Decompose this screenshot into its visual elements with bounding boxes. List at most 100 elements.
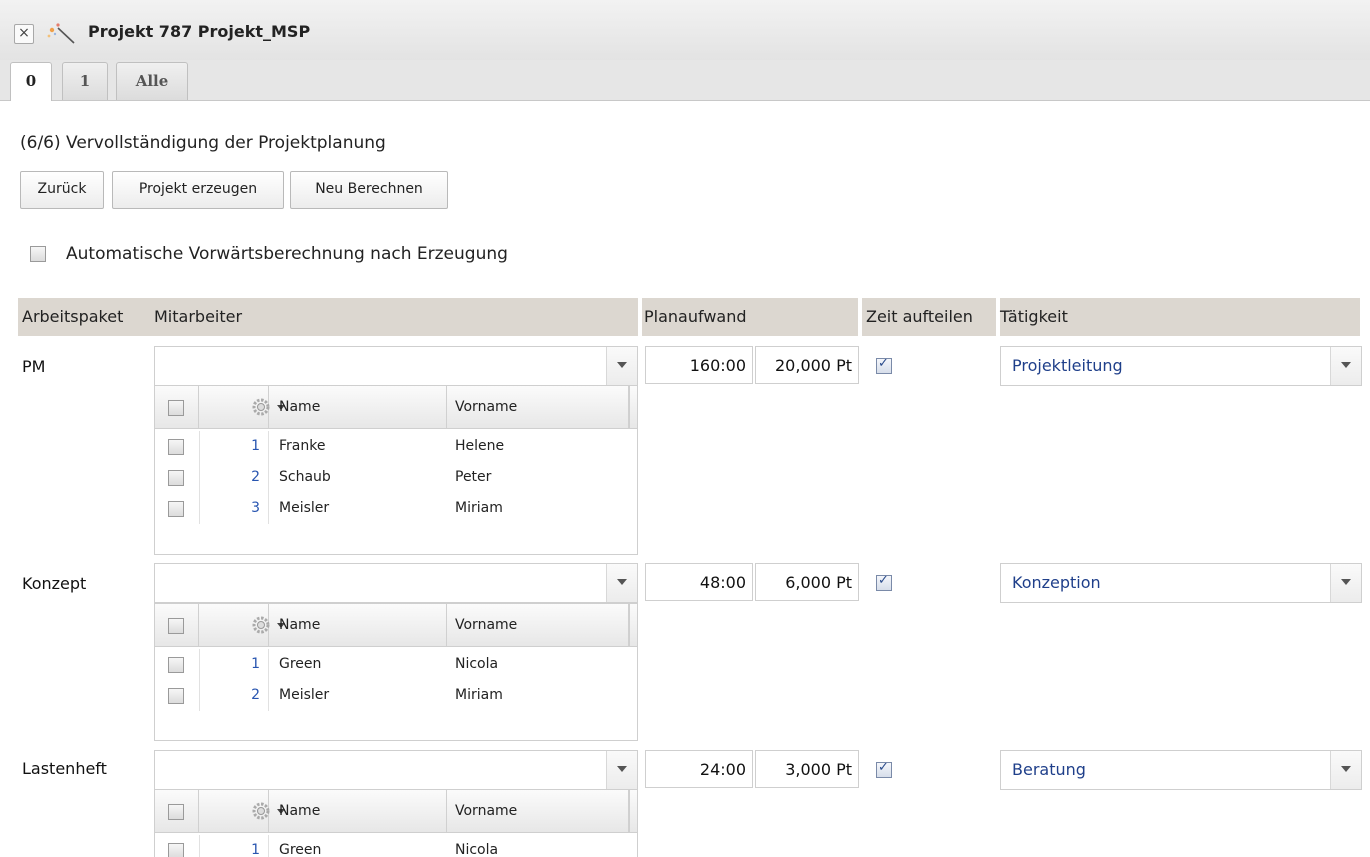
row-select-cell — [155, 835, 200, 857]
hours-input[interactable]: 24:00 — [645, 750, 753, 788]
employee-combo[interactable] — [154, 563, 638, 603]
chevron-down-icon[interactable] — [1330, 347, 1361, 385]
activity-combo-value: Projektleitung — [1012, 356, 1123, 375]
row-vorname: Peter — [455, 469, 492, 485]
header-planaufwand-cell: Planaufwand — [642, 298, 858, 336]
activity-combo-value: Beratung — [1012, 760, 1086, 779]
activity-combo[interactable]: Konzeption — [1000, 563, 1362, 603]
tab-0[interactable]: 0 — [10, 62, 52, 101]
row-name: Green — [279, 656, 322, 672]
row-checkbox[interactable] — [168, 657, 184, 673]
row-vorname: Miriam — [455, 687, 503, 703]
package-name: Lastenheft — [22, 759, 107, 778]
chevron-down-icon[interactable] — [606, 564, 637, 602]
tab-alle[interactable]: Alle — [116, 62, 188, 100]
grid-header-select-cell — [155, 790, 199, 832]
table-row[interactable]: 1 Franke Helene — [155, 431, 629, 462]
window-titlebar: × Projekt 787 Projekt_MSP — [0, 0, 1370, 61]
create-project-button[interactable]: Projekt erzeugen — [112, 171, 284, 209]
row-vorname: Nicola — [455, 656, 499, 672]
grid-header-name[interactable]: Name — [269, 604, 447, 646]
employee-combo[interactable] — [154, 750, 638, 790]
row-name: Meisler — [279, 500, 330, 516]
points-input[interactable]: 20,000 Pt — [755, 346, 859, 384]
split-time-checkbox[interactable] — [876, 760, 892, 778]
grid-header-settings-cell — [199, 604, 285, 646]
hours-input[interactable]: 48:00 — [645, 563, 753, 601]
points-input[interactable]: 6,000 Pt — [755, 563, 859, 601]
row-vorname: Nicola — [455, 842, 499, 857]
back-button[interactable]: Zurück — [20, 171, 104, 209]
row-select-cell — [155, 493, 200, 524]
header-zeit-aufteilen-cell: Zeit aufteilen — [862, 298, 996, 336]
table-row[interactable]: 3 Meisler Miriam — [155, 493, 629, 524]
header-arbeitspaket: Arbeitspaket — [22, 307, 124, 326]
employee-grid: Name Vorname 1 Franke Helene 2 Schaub Pe… — [154, 385, 638, 555]
table-row[interactable]: 2 Meisler Miriam — [155, 680, 629, 711]
table-row[interactable]: 1 Green Nicola — [155, 649, 629, 680]
chevron-down-icon[interactable] — [606, 347, 637, 385]
row-name: Green — [279, 842, 322, 857]
row-number: 2 — [199, 680, 269, 711]
grid-header-spacer — [629, 790, 637, 833]
row-vorname: Miriam — [455, 500, 503, 516]
employee-combo[interactable] — [154, 346, 638, 386]
header-mitarbeiter: Mitarbeiter — [154, 307, 243, 326]
grid-header-name[interactable]: Name — [269, 386, 447, 428]
row-checkbox[interactable] — [168, 470, 184, 486]
header-arbeitspaket-mitarbeiter: Arbeitspaket Mitarbeiter — [18, 298, 638, 336]
grid-header: Name Vorname — [155, 386, 629, 429]
row-select-cell — [155, 649, 200, 680]
grid-header-name[interactable]: Name — [269, 790, 447, 832]
row-number: 1 — [199, 835, 269, 857]
table-row[interactable]: 1 Green Nicola — [155, 835, 629, 857]
auto-forward-checkbox[interactable] — [30, 246, 46, 262]
split-time-checkbox[interactable] — [876, 573, 892, 591]
select-all-checkbox[interactable] — [168, 804, 184, 820]
points-input[interactable]: 3,000 Pt — [755, 750, 859, 788]
window-title: Projekt 787 Projekt_MSP — [88, 22, 311, 41]
row-name: Meisler — [279, 687, 330, 703]
chevron-down-icon[interactable] — [606, 751, 637, 789]
recalculate-button[interactable]: Neu Berechnen — [290, 171, 448, 209]
grid-header-vorname[interactable]: Vorname — [447, 386, 629, 428]
activity-combo[interactable]: Projektleitung — [1000, 346, 1362, 386]
tab-bar: 0 1 Alle — [0, 60, 1370, 101]
row-number: 2 — [199, 462, 269, 493]
split-time-checkbox[interactable] — [876, 356, 892, 374]
tab-1[interactable]: 1 — [62, 62, 108, 100]
header-taetigkeit: Tätigkeit — [1000, 307, 1068, 326]
package-name: PM — [22, 357, 46, 376]
close-icon[interactable]: × — [14, 24, 34, 44]
hours-input[interactable]: 160:00 — [645, 346, 753, 384]
grid-header-vorname[interactable]: Vorname — [447, 604, 629, 646]
chevron-down-icon[interactable] — [1330, 751, 1361, 789]
header-zeit-aufteilen: Zeit aufteilen — [866, 307, 973, 326]
employee-grid: Name Vorname 1 Green Nicola 2 Meisler Mi… — [154, 603, 638, 741]
grid-header-spacer — [629, 386, 637, 429]
row-checkbox[interactable] — [168, 501, 184, 517]
auto-forward-label: Automatische Vorwärtsberechnung nach Erz… — [66, 244, 508, 264]
gear-icon[interactable] — [251, 801, 271, 821]
grid-header-select-cell — [155, 386, 199, 428]
header-taetigkeit-cell: Tätigkeit — [1000, 298, 1360, 336]
grid-header-vorname[interactable]: Vorname — [447, 790, 629, 832]
chevron-down-icon[interactable] — [1330, 564, 1361, 602]
grid-header-select-cell — [155, 604, 199, 646]
row-checkbox[interactable] — [168, 439, 184, 455]
step-heading: (6/6) Vervollständigung der Projektplanu… — [20, 133, 386, 153]
package-name: Konzept — [22, 574, 87, 593]
row-name: Schaub — [279, 469, 331, 485]
activity-combo-value: Konzeption — [1012, 573, 1101, 592]
select-all-checkbox[interactable] — [168, 618, 184, 634]
row-select-cell — [155, 680, 200, 711]
gear-icon[interactable] — [251, 397, 271, 417]
gear-icon[interactable] — [251, 615, 271, 635]
header-planaufwand: Planaufwand — [644, 307, 747, 326]
select-all-checkbox[interactable] — [168, 400, 184, 416]
table-row[interactable]: 2 Schaub Peter — [155, 462, 629, 493]
row-checkbox[interactable] — [168, 688, 184, 704]
row-number: 1 — [199, 431, 269, 462]
activity-combo[interactable]: Beratung — [1000, 750, 1362, 790]
row-checkbox[interactable] — [168, 843, 184, 857]
